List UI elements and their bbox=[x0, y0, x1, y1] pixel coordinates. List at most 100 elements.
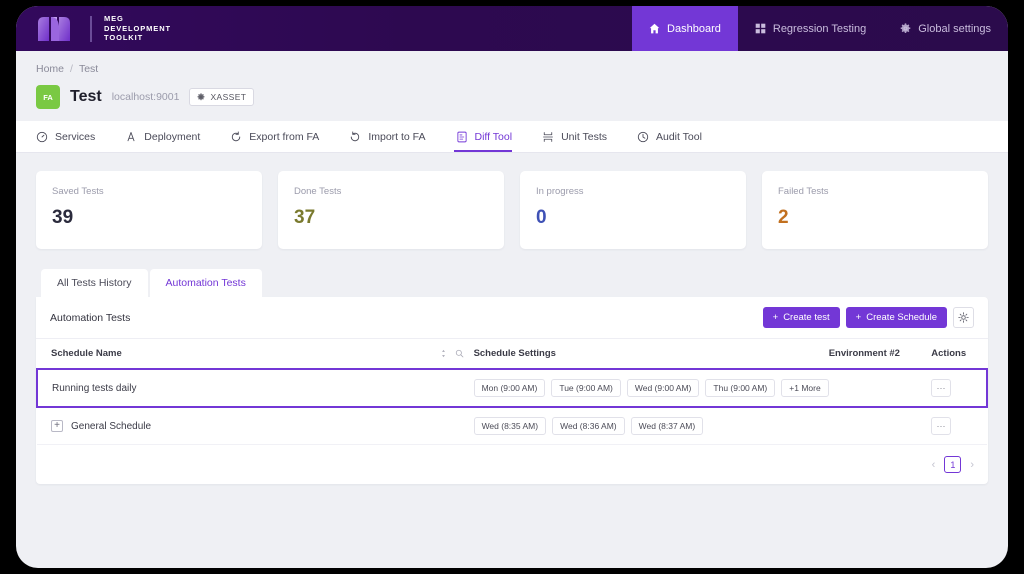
plus-icon: + bbox=[855, 312, 862, 323]
panel-action-buttons: + Create test + Create Schedule bbox=[762, 307, 974, 328]
panel-tab-all-tests-history[interactable]: All Tests History bbox=[41, 269, 148, 297]
table-header-row: Schedule Name Schedule Settings Environm… bbox=[37, 339, 987, 370]
table-row[interactable]: + General Schedule Wed (8:35 AM) Wed (8:… bbox=[37, 407, 987, 445]
xasset-tag[interactable]: XASSET bbox=[189, 88, 255, 106]
brand-divider bbox=[90, 15, 92, 42]
stat-value: 0 bbox=[536, 207, 547, 228]
pagination-prev[interactable]: ‹ bbox=[932, 459, 936, 471]
page-title: Test bbox=[70, 88, 102, 105]
column-schedule-name[interactable]: Schedule Name bbox=[37, 339, 474, 370]
stat-card-saved-tests: Saved Tests 39 bbox=[36, 171, 262, 249]
nav-label-global-settings: Global settings bbox=[918, 22, 991, 35]
pagination-next[interactable]: › bbox=[970, 459, 974, 471]
nav-item-regression-testing[interactable]: Regression Testing bbox=[738, 6, 883, 51]
top-navigation: Dashboard Regression Testing Global sett… bbox=[632, 6, 1008, 51]
gear-icon bbox=[958, 312, 969, 323]
schedule-chip[interactable]: Wed (8:37 AM) bbox=[630, 417, 704, 435]
tab-label-unit-tests: Unit Tests bbox=[561, 130, 607, 143]
cell-schedule-name: + General Schedule bbox=[37, 407, 474, 445]
brand-logo[interactable]: MEG DEVELOPMENT TOOLKIT bbox=[16, 6, 171, 51]
stat-value: 2 bbox=[778, 207, 789, 228]
schedule-chips: Mon (9:00 AM) Tue (9:00 AM) Wed (9:00 AM… bbox=[473, 379, 829, 397]
schedules-table: Schedule Name Schedule Settings Environm… bbox=[36, 339, 988, 445]
cell-environment bbox=[828, 407, 932, 445]
row-name-label: Running tests daily bbox=[52, 382, 137, 394]
schedule-chip[interactable]: Wed (8:35 AM) bbox=[473, 417, 547, 435]
column-tools bbox=[439, 349, 474, 358]
brand-text: MEG DEVELOPMENT TOOLKIT bbox=[104, 14, 171, 43]
panel-settings-button[interactable] bbox=[953, 307, 974, 328]
automation-tests-panel: Automation Tests + Create test + Create … bbox=[36, 297, 988, 484]
schedule-chip[interactable]: Tue (9:00 AM) bbox=[551, 379, 621, 397]
content-area: Saved Tests 39 Done Tests 37 In progress… bbox=[16, 153, 1008, 484]
diff-icon bbox=[456, 131, 467, 142]
column-label-schedule-settings: Schedule Settings bbox=[473, 348, 556, 359]
breadcrumb-home[interactable]: Home bbox=[36, 63, 64, 75]
nav-label-regression-testing: Regression Testing bbox=[772, 22, 867, 35]
panel-title: Automation Tests bbox=[50, 311, 131, 324]
sitemap-icon bbox=[127, 131, 135, 141]
tab-export-from-fa[interactable]: Export from FA bbox=[230, 121, 332, 152]
export-icon bbox=[232, 130, 241, 141]
breadcrumb-separator: / bbox=[70, 63, 73, 75]
schedule-chips: Wed (8:35 AM) Wed (8:36 AM) Wed (8:37 AM… bbox=[473, 417, 829, 435]
create-schedule-button[interactable]: + Create Schedule bbox=[845, 307, 947, 328]
brand-line-2: DEVELOPMENT bbox=[104, 23, 171, 33]
plus-icon: + bbox=[772, 312, 779, 323]
stat-card-in-progress: In progress 0 bbox=[520, 171, 746, 249]
column-label-actions: Actions bbox=[931, 348, 967, 359]
tab-label-audit-tool: Audit Tool bbox=[656, 130, 702, 143]
breadcrumb-current[interactable]: Test bbox=[79, 63, 98, 75]
schedule-chip[interactable]: Thu (9:00 AM) bbox=[705, 379, 776, 397]
host-label: localhost:9001 bbox=[111, 91, 180, 103]
gear-icon bbox=[197, 93, 205, 101]
stat-label: Failed Tests bbox=[778, 186, 829, 197]
schedule-chip[interactable]: Mon (9:00 AM) bbox=[473, 379, 546, 397]
stat-card-done-tests: Done Tests 37 bbox=[278, 171, 504, 249]
top-bar: MEG DEVELOPMENT TOOLKIT Dashboard Regres… bbox=[16, 6, 1008, 51]
nav-item-global-settings[interactable]: Global settings bbox=[883, 6, 1008, 51]
schedule-chip-more[interactable]: +1 More bbox=[781, 379, 829, 397]
column-environment: Environment #2 bbox=[828, 339, 932, 370]
tab-label-deployment: Deployment bbox=[144, 130, 201, 143]
cell-schedule-name: Running tests daily bbox=[36, 368, 474, 408]
tab-import-to-fa[interactable]: Import to FA bbox=[349, 121, 438, 152]
cell-actions: ⋯ bbox=[931, 368, 988, 408]
column-label-schedule-name: Schedule Name bbox=[51, 348, 122, 359]
search-icon[interactable] bbox=[455, 349, 464, 358]
expand-row-icon[interactable]: + bbox=[51, 420, 63, 432]
brand-line-3: TOOLKIT bbox=[104, 33, 144, 43]
pagination-page-1[interactable]: 1 bbox=[944, 456, 962, 473]
row-actions-button[interactable]: ⋯ bbox=[931, 417, 952, 435]
create-test-label: Create test bbox=[783, 312, 830, 323]
stat-value: 39 bbox=[52, 207, 74, 228]
column-label-environment: Environment #2 bbox=[828, 348, 900, 359]
tab-label-diff-tool: Diff Tool bbox=[474, 130, 513, 143]
tab-deployment[interactable]: Deployment bbox=[125, 121, 213, 152]
stat-cards: Saved Tests 39 Done Tests 37 In progress… bbox=[36, 171, 988, 249]
tab-audit-tool[interactable]: Audit Tool bbox=[637, 121, 715, 152]
nav-item-dashboard[interactable]: Dashboard bbox=[632, 6, 738, 51]
schedule-chip[interactable]: Wed (8:36 AM) bbox=[552, 417, 625, 435]
create-schedule-label: Create Schedule bbox=[866, 312, 937, 323]
cell-schedule-settings: Mon (9:00 AM) Tue (9:00 AM) Wed (9:00 AM… bbox=[473, 368, 829, 408]
panel-tab-automation-tests[interactable]: Automation Tests bbox=[149, 269, 262, 297]
panel-tabs: All Tests History Automation Tests bbox=[36, 269, 988, 297]
tab-unit-tests[interactable]: Unit Tests bbox=[542, 121, 620, 152]
app-window: MEG DEVELOPMENT TOOLKIT Dashboard Regres… bbox=[16, 6, 1008, 568]
table-head: Schedule Name Schedule Settings Environm… bbox=[37, 339, 987, 370]
tab-services[interactable]: Services bbox=[36, 121, 108, 152]
stat-value: 37 bbox=[294, 207, 316, 228]
create-test-button[interactable]: + Create test bbox=[762, 307, 840, 328]
schedule-chip[interactable]: Wed (9:00 AM) bbox=[626, 379, 700, 397]
speedometer-icon bbox=[36, 131, 48, 142]
row-actions-button[interactable]: ⋯ bbox=[931, 379, 952, 397]
tab-label-services: Services bbox=[55, 130, 96, 143]
cell-schedule-settings: Wed (8:35 AM) Wed (8:36 AM) Wed (8:37 AM… bbox=[473, 407, 829, 445]
table-row[interactable]: Running tests daily Mon (9:00 AM) Tue (9… bbox=[36, 368, 988, 408]
section-tabs: Services Deployment Export from FA Impor… bbox=[16, 121, 1008, 153]
tab-diff-tool[interactable]: Diff Tool bbox=[453, 121, 526, 152]
sort-icon[interactable] bbox=[439, 349, 448, 358]
pagination: ‹ 1 › bbox=[36, 445, 988, 484]
brand-line-1: MEG bbox=[104, 14, 124, 24]
